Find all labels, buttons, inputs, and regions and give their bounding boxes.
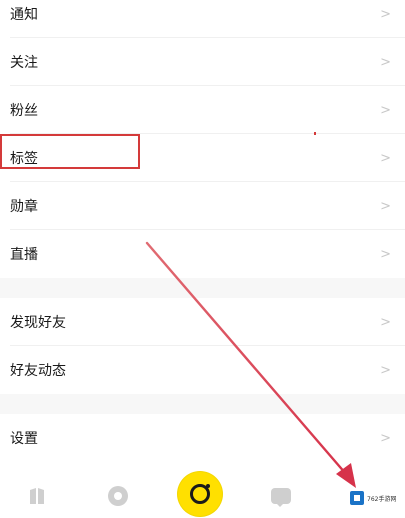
menu-item-label: 粉丝 <box>10 103 38 119</box>
chevron-right-icon: > <box>380 246 391 262</box>
chevron-right-icon: > <box>380 6 391 22</box>
message-icon[interactable] <box>271 488 291 507</box>
menu-item-fans[interactable]: 粉丝 > <box>0 86 405 134</box>
menu-item-label: 直播 <box>10 247 38 263</box>
chevron-right-icon: > <box>380 362 391 378</box>
menu-item-friend-activity[interactable]: 好友动态 > <box>0 346 405 394</box>
menu-item-label: 发现好友 <box>10 315 66 331</box>
chevron-right-icon: > <box>380 314 391 330</box>
annotation-mark <box>314 132 316 135</box>
highlight-box <box>0 134 140 169</box>
menu-item-medals[interactable]: 勋章 > <box>0 182 405 230</box>
watermark: 762手游网 <box>350 490 402 506</box>
docs-icon[interactable] <box>28 486 46 506</box>
watermark-text: 762手游网 <box>367 495 397 503</box>
menu-item-following[interactable]: 关注 > <box>0 38 405 86</box>
explore-icon[interactable] <box>108 486 128 506</box>
chevron-right-icon: > <box>380 54 391 70</box>
menu-item-label: 设置 <box>10 431 38 447</box>
menu-item-notifications[interactable]: 通知 > <box>0 0 405 38</box>
menu-item-label: 勋章 <box>10 199 38 215</box>
menu-item-discover-friends[interactable]: 发现好友 > <box>0 298 405 346</box>
menu-item-label: 好友动态 <box>10 363 66 379</box>
menu-item-settings[interactable]: 设置 > <box>0 414 405 462</box>
chevron-right-icon: > <box>380 150 391 166</box>
menu-item-label: 通知 <box>10 7 38 23</box>
chevron-right-icon: > <box>380 102 391 118</box>
camera-icon[interactable] <box>178 472 222 516</box>
menu-item-live[interactable]: 直播 > <box>0 230 405 278</box>
section-gap <box>0 278 405 298</box>
menu-item-label: 关注 <box>10 55 38 71</box>
chevron-right-icon: > <box>380 430 391 446</box>
section-gap <box>0 394 405 414</box>
chevron-right-icon: > <box>380 198 391 214</box>
watermark-logo-icon <box>350 491 364 505</box>
bottom-tab-bar <box>0 470 405 518</box>
